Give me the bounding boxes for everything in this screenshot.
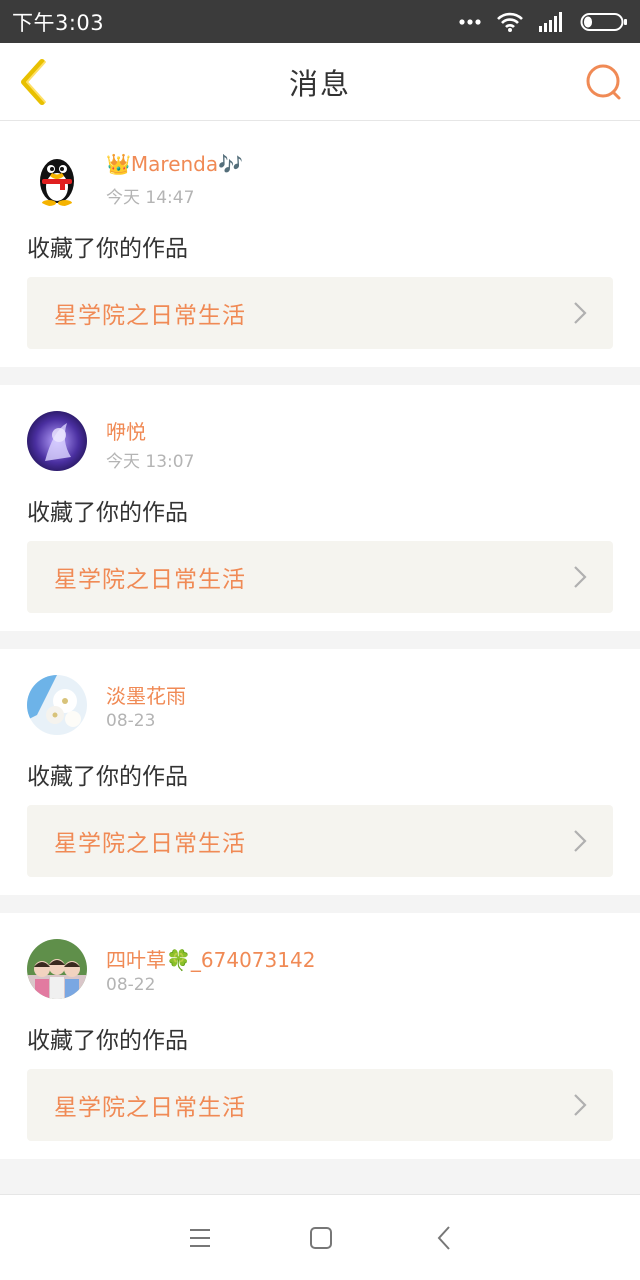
work-link[interactable]: 星学院之日常生活 [27, 1069, 613, 1141]
work-link[interactable]: 星学院之日常生活 [27, 805, 613, 877]
chevron-right-icon [574, 1094, 587, 1116]
status-time: 下午3:03 [12, 10, 105, 35]
avatar[interactable] [27, 939, 87, 999]
more-dots-icon [459, 18, 481, 25]
menu-button[interactable] [185, 1223, 215, 1253]
chevron-right-icon [574, 830, 587, 852]
anime-girl-avatar-icon [27, 411, 87, 471]
message-card: 淡墨花雨 08-23 收藏了你的作品 星学院之日常生活 [0, 649, 640, 895]
user-name[interactable]: 四叶草🍀_674073142 [106, 944, 315, 973]
user-name[interactable]: 淡墨花雨 [106, 680, 186, 709]
status-icons [458, 11, 628, 33]
message-time: 08-22 [106, 975, 156, 995]
system-nav-bar [0, 1194, 640, 1280]
work-title: 星学院之日常生活 [54, 303, 246, 329]
work-link[interactable]: 星学院之日常生活 [27, 277, 613, 349]
work-title: 星学院之日常生活 [54, 1095, 246, 1121]
avatar[interactable] [27, 675, 87, 735]
flower-avatar-icon [27, 675, 87, 735]
menu-icon [190, 1229, 210, 1247]
home-icon [310, 1227, 332, 1249]
back-icon [437, 1226, 450, 1250]
chevron-left-icon [21, 59, 46, 105]
page-title: 消息 [288, 66, 351, 101]
message-card: 咿悦 今天 13:07 收藏了你的作品 星学院之日常生活 [0, 385, 640, 631]
status-bar: 下午3:03 [0, 0, 640, 43]
work-title: 星学院之日常生活 [54, 831, 246, 857]
header: 消息 [0, 43, 640, 121]
nav-back-button[interactable] [430, 1223, 460, 1253]
battery-icon [580, 12, 627, 31]
penguin-avatar-icon [27, 147, 87, 207]
message-text: 收藏了你的作品 [27, 236, 188, 262]
chevron-right-icon [574, 566, 587, 588]
avatar[interactable] [27, 147, 87, 207]
message-text: 收藏了你的作品 [27, 1028, 188, 1054]
message-list[interactable]: 👑Marenda🎶 今天 14:47 收藏了你的作品 星学院之日常生活 咿悦 今… [0, 121, 640, 1194]
work-link[interactable]: 星学院之日常生活 [27, 541, 613, 613]
wifi-icon [497, 12, 523, 32]
message-time: 08-23 [106, 711, 156, 731]
signal-icon [539, 11, 562, 32]
search-button[interactable] [582, 61, 626, 105]
kids-photo-avatar-icon [27, 939, 87, 999]
message-card: 四叶草🍀_674073142 08-22 收藏了你的作品 星学院之日常生活 [0, 913, 640, 1159]
home-button[interactable] [306, 1223, 336, 1253]
message-text: 收藏了你的作品 [27, 764, 188, 790]
back-button[interactable] [14, 58, 58, 106]
chevron-right-icon [574, 302, 587, 324]
avatar[interactable] [27, 411, 87, 471]
work-title: 星学院之日常生活 [54, 567, 246, 593]
message-text: 收藏了你的作品 [27, 500, 188, 526]
message-card: 👑Marenda🎶 今天 14:47 收藏了你的作品 星学院之日常生活 [0, 121, 640, 367]
message-time: 今天 13:07 [106, 452, 195, 472]
message-time: 今天 14:47 [106, 188, 195, 208]
user-name[interactable]: 👑Marenda🎶 [106, 152, 243, 176]
user-name[interactable]: 咿悦 [106, 416, 146, 445]
search-icon [586, 64, 621, 100]
